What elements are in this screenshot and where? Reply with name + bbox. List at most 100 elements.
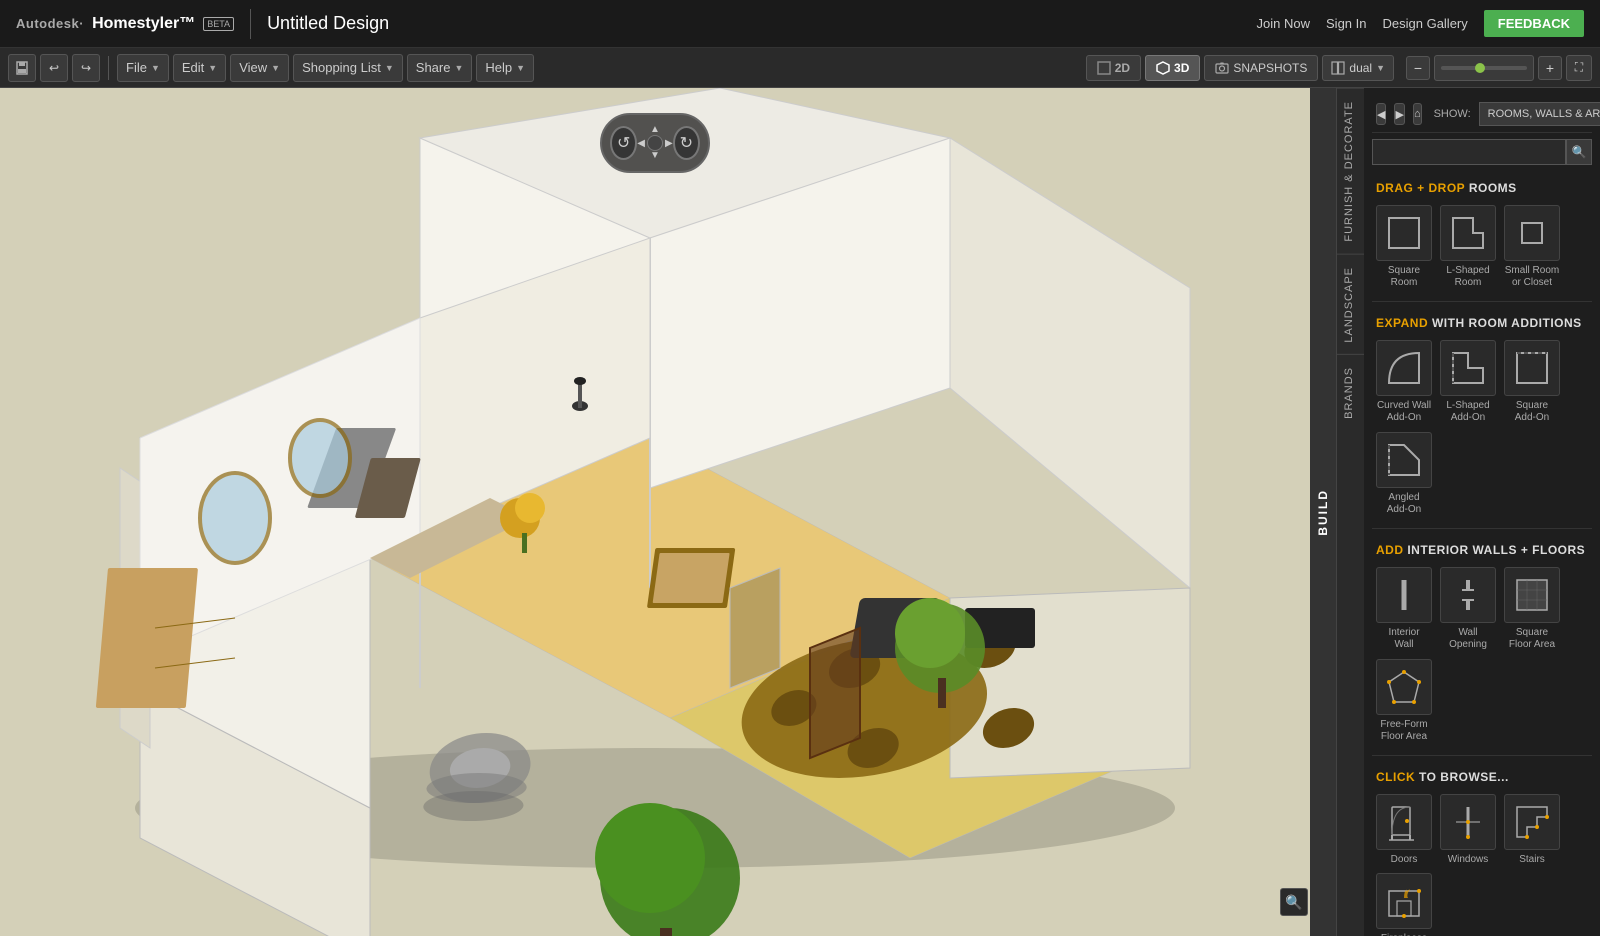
windows-item[interactable]: Windows — [1440, 794, 1496, 865]
3d-view-button[interactable]: 3D — [1145, 55, 1200, 81]
help-menu[interactable]: Help ▼ — [476, 54, 534, 82]
edit-label: Edit — [182, 60, 204, 75]
interior-wall-label: InteriorWall — [1388, 627, 1419, 651]
angled-addon-item[interactable]: AngledAdd-On — [1376, 432, 1432, 516]
logo-autodesk: Autodesk· — [16, 16, 84, 31]
build-tab[interactable]: BUILD — [1310, 88, 1336, 936]
square-floor-item[interactable]: SquareFloor Area — [1504, 567, 1560, 651]
top-bar-right: Join Now Sign In Design Gallery FEEDBACK — [1257, 10, 1584, 37]
fullscreen-button[interactable]: ⛶ — [1566, 55, 1592, 81]
furnish-decorate-tab[interactable]: FURNISH & DECORATE — [1337, 88, 1364, 254]
browse-header: CLICK TO BROWSE... — [1372, 760, 1592, 790]
nav-up-button[interactable]: ▲ — [650, 125, 660, 135]
panel-home-button[interactable]: ⌂ — [1413, 103, 1422, 125]
view-menu[interactable]: View ▼ — [230, 54, 289, 82]
doors-label: Doors — [1391, 854, 1418, 865]
nav-right-button[interactable]: ▶ — [665, 138, 673, 149]
fullscreen-icon: ⛶ — [1575, 60, 1583, 75]
share-dropdown-arrow: ▼ — [454, 63, 463, 73]
show-select[interactable]: ROOMS, WALLS & AREAS — [1479, 102, 1600, 126]
square-addon-icon — [1504, 340, 1560, 396]
toolbar-divider-1 — [108, 56, 109, 80]
square-addon-item[interactable]: SquareAdd-On — [1504, 340, 1560, 424]
dual-label: dual — [1349, 61, 1372, 75]
fireplaces-icon — [1376, 873, 1432, 929]
title-divider — [250, 9, 251, 39]
stairs-label: Stairs — [1519, 854, 1545, 865]
wall-opening-item[interactable]: WallOpening — [1440, 567, 1496, 651]
drag-drop-header: DRAG + DROP ROOMS — [1372, 171, 1592, 201]
undo-icon: ↩ — [49, 61, 59, 75]
redo-icon: ↪ — [81, 61, 91, 75]
join-now-link[interactable]: Join Now — [1257, 16, 1310, 31]
zoom-out-button[interactable]: − — [1406, 56, 1430, 80]
zoom-track — [1441, 66, 1527, 70]
angled-addon-icon — [1376, 432, 1432, 488]
shopping-list-label: Shopping List — [302, 60, 381, 75]
nav-center-button[interactable] — [647, 135, 663, 151]
small-room-item[interactable]: Small Roomor Closet — [1504, 205, 1560, 289]
edit-menu[interactable]: Edit ▼ — [173, 54, 226, 82]
drag-drop-rooms-section: DRAG + DROP ROOMS SquareRoom — [1372, 171, 1592, 293]
main-content: ↺ ▲ ◀ ▶ ▼ ↻ 🔍 BUILD — [0, 88, 1600, 936]
brands-tab[interactable]: BRANDS — [1337, 354, 1364, 431]
square-room-item[interactable]: SquareRoom — [1376, 205, 1432, 289]
share-label: Share — [416, 60, 451, 75]
freeform-floor-label: Free-FormFloor Area — [1380, 719, 1427, 743]
feedback-button[interactable]: FEEDBACK — [1484, 10, 1584, 37]
panel-search-input[interactable] — [1372, 139, 1566, 165]
stairs-item[interactable]: Stairs — [1504, 794, 1560, 865]
drag-drop-highlight: DRAG + DROP — [1376, 181, 1465, 195]
zoom-slider[interactable] — [1434, 55, 1534, 81]
freeform-floor-item[interactable]: Free-FormFloor Area — [1376, 659, 1432, 743]
2d-view-button[interactable]: 2D — [1086, 55, 1141, 81]
panel-back-button[interactable]: ◀ — [1376, 103, 1386, 125]
rotate-right-button[interactable]: ↻ — [673, 126, 700, 160]
expand-section: EXPAND WITH ROOM ADDITIONS Curved WallAd… — [1372, 306, 1592, 520]
toolbar: ↩ ↪ File ▼ Edit ▼ View ▼ Shopping List ▼… — [0, 48, 1600, 88]
redo-button[interactable]: ↪ — [72, 54, 100, 82]
interior-walls-normal: INTERIOR WALLS + FLOORS — [1407, 543, 1585, 557]
nav-left-button[interactable]: ◀ — [637, 138, 645, 149]
design-gallery-link[interactable]: Design Gallery — [1383, 16, 1468, 31]
build-label: BUILD — [1316, 489, 1330, 536]
save-button[interactable] — [8, 54, 36, 82]
snapshots-button[interactable]: SNAPSHOTS — [1204, 55, 1318, 81]
undo-button[interactable]: ↩ — [40, 54, 68, 82]
share-menu[interactable]: Share ▼ — [407, 54, 473, 82]
browse-highlight: CLICK — [1376, 770, 1415, 784]
shopping-list-arrow: ▼ — [385, 63, 394, 73]
2d-label: 2D — [1115, 61, 1130, 75]
fireplaces-item[interactable]: Fireplaces — [1376, 873, 1432, 936]
zoom-in-button[interactable]: + — [1538, 56, 1562, 80]
square-floor-icon — [1504, 567, 1560, 623]
zoom-thumb — [1475, 63, 1485, 73]
canvas-area[interactable]: ↺ ▲ ◀ ▶ ▼ ↻ 🔍 — [0, 88, 1310, 936]
interior-walls-header: ADD INTERIOR WALLS + FLOORS — [1372, 533, 1592, 563]
interior-wall-icon — [1376, 567, 1432, 623]
l-shaped-addon-item[interactable]: L-ShapedAdd-On — [1440, 340, 1496, 424]
view-toggle: 2D 3D SNAPSHOTS dual ▼ − + — [1086, 55, 1592, 81]
interior-wall-item[interactable]: InteriorWall — [1376, 567, 1432, 651]
file-menu[interactable]: File ▼ — [117, 54, 169, 82]
shopping-list-menu[interactable]: Shopping List ▼ — [293, 54, 403, 82]
dual-arrow: ▼ — [1376, 63, 1385, 73]
sign-in-link[interactable]: Sign In — [1326, 16, 1366, 31]
3d-label: 3D — [1174, 61, 1189, 75]
wall-opening-icon — [1440, 567, 1496, 623]
dual-button[interactable]: dual ▼ — [1322, 55, 1394, 81]
doors-item[interactable]: Doors — [1376, 794, 1432, 865]
l-shaped-room-item[interactable]: L-ShapedRoom — [1440, 205, 1496, 289]
sidebar-magnifier-button[interactable]: 🔍 — [1280, 888, 1308, 916]
panel-search-button[interactable]: 🔍 — [1566, 139, 1592, 165]
snapshots-label: SNAPSHOTS — [1233, 61, 1307, 75]
nav-down-button[interactable]: ▼ — [650, 151, 660, 161]
curved-wall-item[interactable]: Curved WallAdd-On — [1376, 340, 1432, 424]
landscape-tab[interactable]: LANDSCAPE — [1337, 254, 1364, 355]
panel-forward-button[interactable]: ▶ — [1394, 103, 1404, 125]
rooms-grid: SquareRoom L-ShapedRoom — [1372, 201, 1592, 293]
design-title: Untitled Design — [267, 13, 389, 34]
stairs-icon — [1504, 794, 1560, 850]
rotate-left-button[interactable]: ↺ — [610, 126, 637, 160]
vertical-tabs: FURNISH & DECORATE LANDSCAPE BRANDS — [1336, 88, 1364, 936]
